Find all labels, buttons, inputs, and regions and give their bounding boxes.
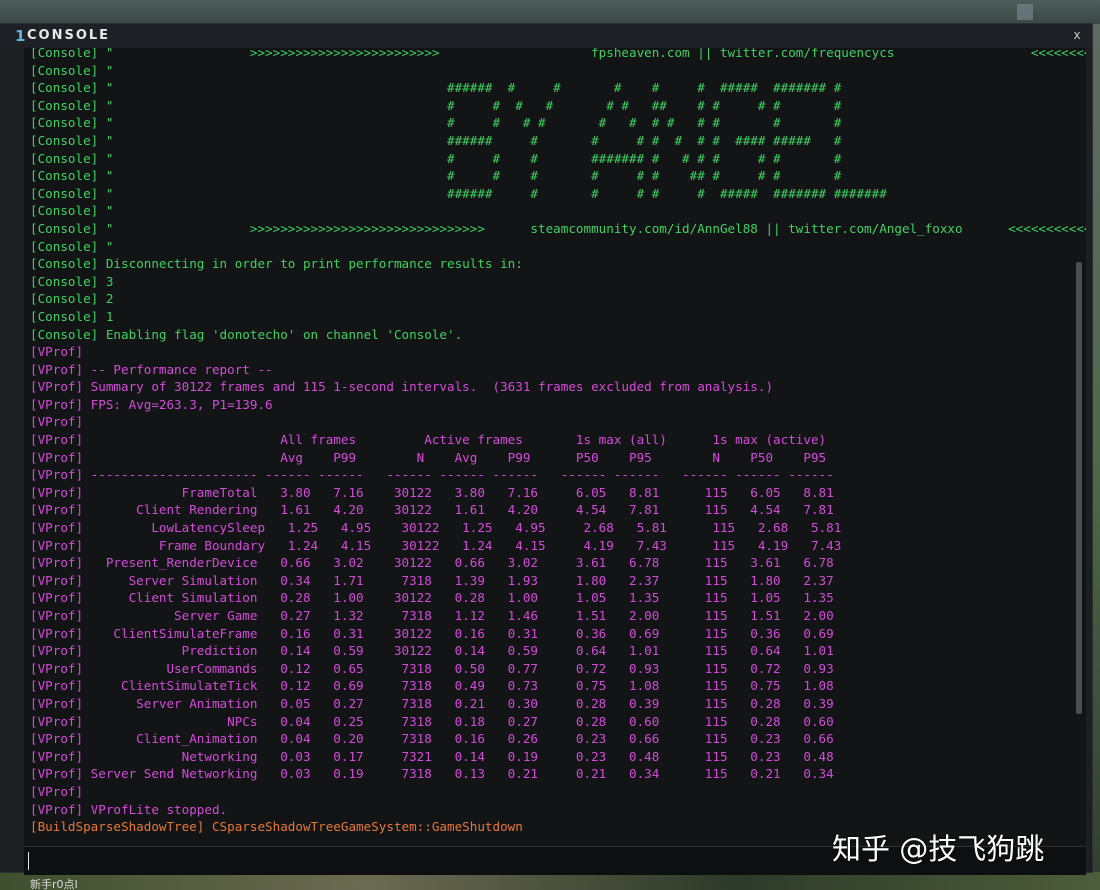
window-title: CONSOLE	[27, 28, 111, 43]
console-output[interactable]: [Console] " >>>>>>>>>>>>>>>>>>>>>>>>> fp…	[24, 48, 1086, 862]
console-line: [Console] "	[30, 62, 114, 78]
console-line: [Console] " ###### # # # # # # # #### ##…	[30, 132, 842, 148]
console-line: [VProf] Avg P99 N Avg P99 P50 P95 N P50 …	[30, 449, 827, 465]
close-button[interactable]: x	[1070, 28, 1084, 42]
console-line: [VProf] Client_Animation 0.04 0.20 7318 …	[30, 731, 834, 747]
console-line: [VProf] ClientSimulateFrame 0.16 0.31 30…	[30, 625, 834, 641]
console-line: [VProf] ClientSimulateTick 0.12 0.69 731…	[30, 678, 834, 694]
console-line: [Console] " # # # ####### # # # # # # #	[30, 150, 842, 166]
console-line: [Console] " >>>>>>>>>>>>>>>>>>>>>>>>> fp…	[30, 48, 1086, 60]
background-hud-text: 新手r0点I	[30, 878, 78, 890]
console-line: [VProf] Summary of 30122 frames and 115 …	[30, 379, 774, 395]
console-line: [Console] 1	[30, 308, 114, 324]
background-top-strip	[0, 0, 1100, 24]
console-line: [VProf] Prediction 0.14 0.59 30122 0.14 …	[30, 643, 834, 659]
output-scrollbar[interactable]	[1076, 262, 1082, 714]
console-line: [Console] " ###### # # # # # ##### #####…	[30, 80, 842, 96]
watermark-text: 知乎 @技飞狗跳	[832, 832, 1045, 866]
title-bar[interactable]: 1 CONSOLE x	[0, 24, 1092, 48]
console-line: [VProf]	[30, 344, 84, 360]
console-line: [VProf] Frame Boundary 1.24 4.15 30122 1…	[30, 537, 842, 553]
console-line: [Console] "	[30, 238, 114, 254]
console-logo-icon: 1	[15, 27, 26, 45]
console-line: [VProf] Networking 0.03 0.17 7321 0.14 0…	[30, 748, 834, 764]
console-line: [Console] "	[30, 203, 114, 219]
console-line: [VProf] UserCommands 0.12 0.65 7318 0.50…	[30, 660, 834, 676]
console-line: [VProf] -- Performance report --	[30, 361, 273, 377]
console-line: [Console] Enabling flag 'donotecho' on c…	[30, 326, 463, 342]
console-line: [VProf] FrameTotal 3.80 7.16 30122 3.80 …	[30, 484, 834, 500]
console-line: [Console] Disconnecting in order to prin…	[30, 256, 523, 272]
console-line: [VProf] FPS: Avg=263.3, P1=139.6	[30, 396, 273, 412]
console-line: [Console] " # # # # # # ## # # # #	[30, 168, 842, 184]
console-line: [VProf] Server Game 0.27 1.32 7318 1.12 …	[30, 608, 834, 623]
console-line: [VProf] Server Send Networking 0.03 0.19…	[30, 766, 834, 782]
console-line: [Console] 2	[30, 291, 114, 307]
console-line: [VProf] All frames Active frames 1s max …	[30, 432, 827, 448]
console-line: [Console] 3	[30, 273, 114, 289]
text-caret	[28, 852, 29, 870]
console-line: [VProf] Server Simulation 0.34 1.71 7318…	[30, 572, 834, 588]
console-line: [VProf] ---------------------- ------ --…	[30, 467, 834, 483]
console-line: [VProf] Server Animation 0.05 0.27 7318 …	[30, 695, 834, 711]
console-line: [VProf]	[30, 414, 84, 430]
console-line: [VProf] VProfLite stopped.	[30, 801, 228, 817]
console-line: [Console] " # # # # # # ## # # # # #	[30, 97, 842, 113]
console-line: [Console] " # # # # # # # # # # # #	[30, 115, 842, 131]
console-line: [VProf] Client Simulation 0.28 1.00 3012…	[30, 590, 834, 606]
console-line: [Console] " >>>>>>>>>>>>>>>>>>>>>>>>>>>>…	[30, 220, 1086, 236]
console-line: [VProf] Present_RenderDevice 0.66 3.02 3…	[30, 555, 834, 571]
output-lines: [Console] " >>>>>>>>>>>>>>>>>>>>>>>>> fp…	[30, 48, 1086, 836]
console-line: [VProf] NPCs 0.04 0.25 7318 0.18 0.27 0.…	[30, 713, 834, 729]
background-hud-block	[1017, 4, 1033, 20]
console-line: [Console] " ###### # # # # # ##### #####…	[30, 185, 887, 201]
console-line: [VProf] Client Rendering 1.61 4.20 30122…	[30, 502, 834, 518]
console-line: [VProf]	[30, 783, 84, 799]
console-line: [VProf] LowLatencySleep 1.25 4.95 30122 …	[30, 520, 842, 536]
console-window: 1 CONSOLE x [Console] " >>>>>>>>>>>>>>>>…	[0, 24, 1092, 872]
